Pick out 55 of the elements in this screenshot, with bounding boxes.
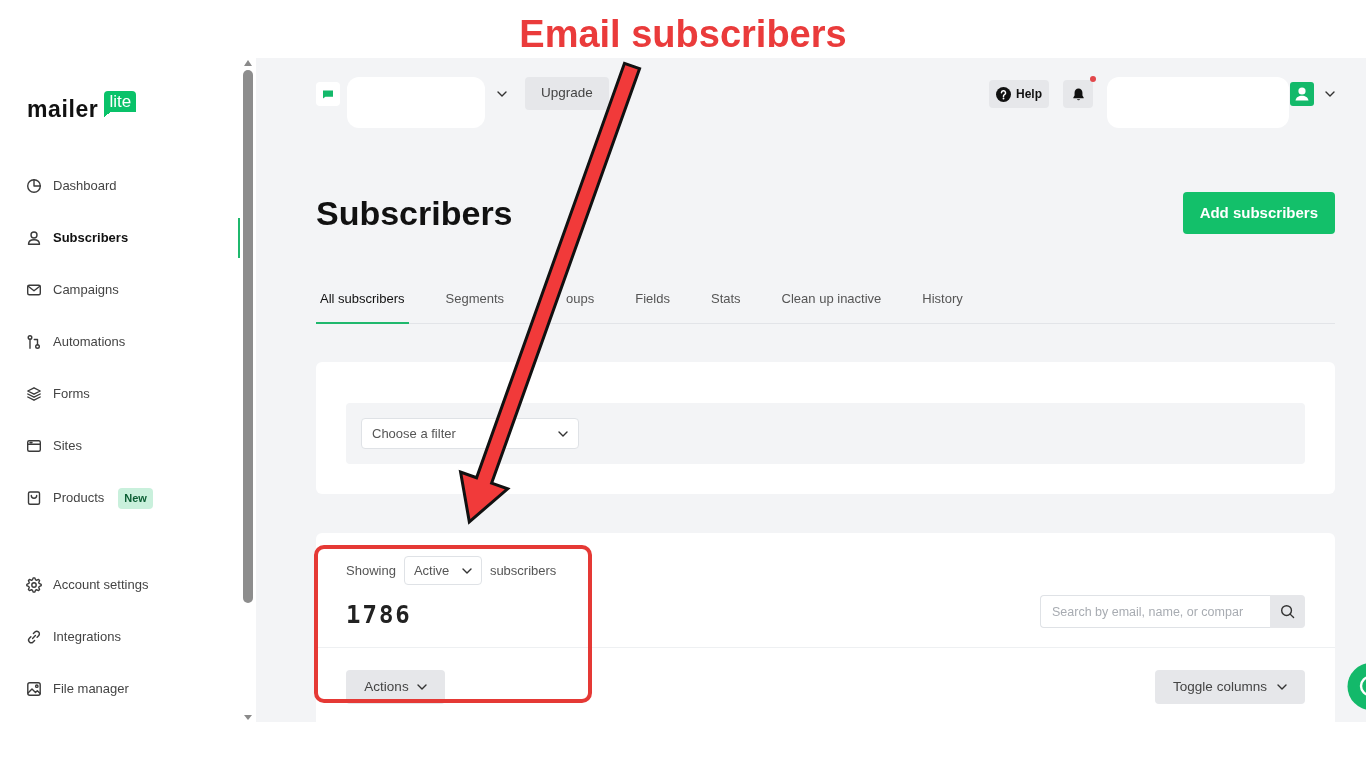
chevron-down-icon [461,567,472,574]
sidebar-item[interactable]: Integrations [0,611,240,663]
link-icon [26,629,42,645]
sidebar-item[interactable]: Account settings [0,559,240,611]
sidebar-item[interactable]: Subscribers [0,212,240,264]
branch-icon [26,334,42,350]
sidebar-item[interactable]: Automations [0,316,240,368]
search-button[interactable] [1270,595,1305,628]
sidebar-item[interactable]: Dashboard [0,160,240,212]
layers-icon [26,386,42,402]
upgrade-button[interactable]: Upgrade [525,77,609,110]
sidebar-item[interactable]: Forms [0,368,240,420]
scrollbar[interactable] [243,58,253,722]
chevron-down-icon [1276,684,1287,690]
envelope-icon [26,282,42,298]
new-badge: New [118,487,153,509]
status-suffix: subscribers [489,561,557,580]
chevron-down-icon[interactable] [1325,91,1335,97]
pie-chart-icon [26,178,42,194]
filter-select[interactable]: Choose a filter [361,418,579,449]
page-title: Subscribers [316,193,513,234]
chevron-down-icon [558,430,568,437]
logo-wordmark: mailer [27,96,99,122]
chevron-down-icon[interactable] [497,91,507,97]
sidebar-item[interactable]: Products New [0,472,240,524]
tab[interactable]: All subscribers [316,290,409,324]
person-icon [26,230,42,246]
sidebar-item[interactable]: File manager [0,663,240,715]
chevron-down-icon [416,684,427,690]
image-icon [26,681,42,697]
bell-icon [1070,86,1086,102]
user-avatar-icon[interactable] [1290,82,1314,106]
bag-icon [26,490,42,506]
tab[interactable]: Clean up inactive [777,290,886,324]
help-icon [996,86,1011,102]
tab[interactable]: History [918,290,967,324]
tab[interactable]: Stats [706,290,745,324]
annotation-title: Email subscribers [519,14,847,54]
settings-icon [26,577,42,593]
tab[interactable]: Segments [441,290,509,324]
logo-tag: lite [104,91,137,117]
chat-launcher-icon[interactable] [1346,663,1366,710]
sidebar-item[interactable]: Campaigns [0,264,240,316]
tab[interactable]: oups [562,290,599,324]
status-select[interactable]: Active [403,556,482,585]
browser-window-icon [26,438,42,454]
tab[interactable]: Fields [631,290,674,324]
showing-label: Showing [346,561,396,580]
subscriber-count: 1786 [346,601,413,629]
toggle-columns-button[interactable]: Toggle columns [1155,670,1305,704]
search-icon [1280,604,1295,619]
help-button[interactable]: Help [989,80,1049,108]
message-icon[interactable] [316,82,340,106]
sidebar-item[interactable]: Sites [0,420,240,472]
search-field[interactable]: Search by email, name, or compar [1040,595,1270,628]
